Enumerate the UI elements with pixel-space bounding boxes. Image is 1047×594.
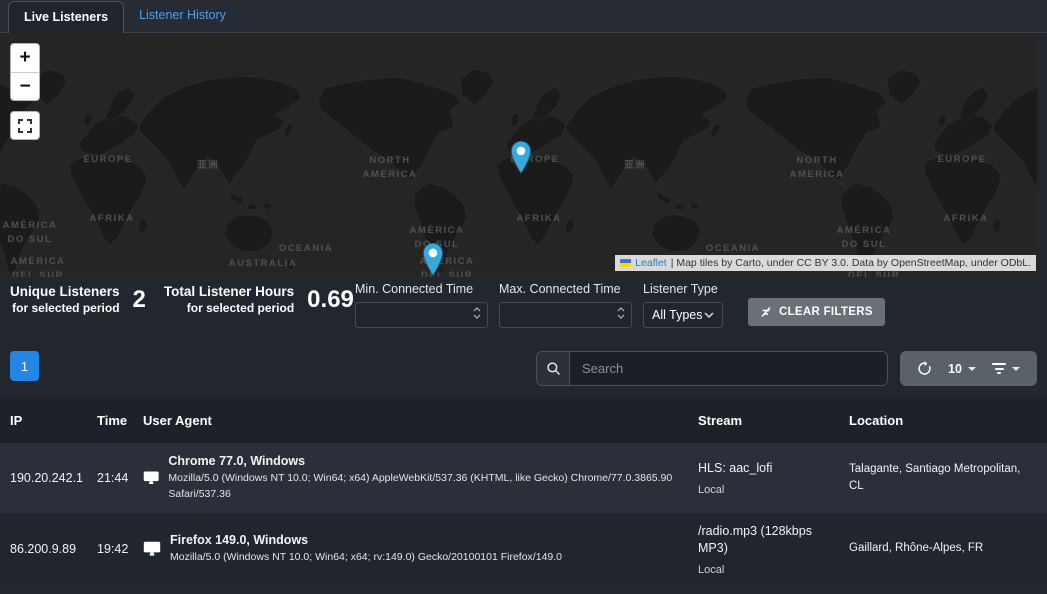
zoom-out-button[interactable]: − xyxy=(11,72,39,100)
number-spinner-icon[interactable] xyxy=(473,307,481,319)
stat-listener-hours: Total Listener Hours for selected period… xyxy=(164,284,354,316)
clear-filters-button[interactable]: CLEAR FILTERS xyxy=(748,298,885,326)
listener-type-value: All Types xyxy=(652,308,703,322)
per-page-value: 10 xyxy=(948,362,962,376)
table-header: IP Time User Agent Stream Location xyxy=(0,397,1047,443)
header-location: Location xyxy=(849,413,1037,428)
agent-title: Chrome 77.0, Windows xyxy=(168,454,686,468)
desktop-icon xyxy=(143,541,161,557)
chevron-down-icon xyxy=(704,312,714,318)
stat-value: 2 xyxy=(133,286,146,314)
stat-title: Total Listener Hours xyxy=(164,284,294,301)
stats-filter-bar: Unique Listeners for selected period 2 T… xyxy=(0,277,1047,340)
agent-title: Firefox 149.0, Windows xyxy=(170,533,562,547)
listener-type-select[interactable]: All Types xyxy=(643,302,723,328)
table-toolbar: 1 10 xyxy=(0,340,1047,397)
search-icon xyxy=(537,352,570,385)
attribution-text: | Map tiles by Carto, under CC BY 3.0. D… xyxy=(671,257,1031,269)
cell-location: Talagante, Santiago Metropolitan, CL xyxy=(849,461,1037,496)
cell-user-agent: Firefox 149.0, Windows Mozilla/5.0 (Wind… xyxy=(143,533,698,565)
cell-stream: /radio.mp3 (128kbps MP3) Local xyxy=(698,523,849,576)
refresh-icon xyxy=(917,361,932,376)
header-time: Time xyxy=(97,413,143,428)
filter-lines-icon xyxy=(992,363,1006,374)
cell-ip: 190.20.242.1 xyxy=(10,471,97,485)
table-row: 86.200.9.89 19:42 Firefox 149.0, Windows… xyxy=(0,513,1047,585)
max-connected-time-label: Max. Connected Time xyxy=(499,282,632,296)
pagination-page-1-button[interactable]: 1 xyxy=(10,351,39,381)
zoom-in-button[interactable]: + xyxy=(11,44,39,72)
table-row: 190.20.242.1 21:44 Chrome 77.0, Windows … xyxy=(0,443,1047,513)
stream-type: Local xyxy=(698,564,835,576)
cell-ip: 86.200.9.89 xyxy=(10,542,97,556)
ukraine-flag-icon xyxy=(620,259,631,267)
number-spinner-icon[interactable] xyxy=(617,307,625,319)
header-ip: IP xyxy=(10,413,97,428)
tab-bar: Live Listeners Listener History xyxy=(0,0,1047,33)
cell-time: 19:42 xyxy=(97,542,143,556)
listener-marker-icon[interactable] xyxy=(421,243,445,276)
max-connected-time-input[interactable] xyxy=(500,303,631,327)
chevron-down-icon xyxy=(1012,367,1020,371)
refresh-button[interactable] xyxy=(917,361,932,376)
tab-live-listeners[interactable]: Live Listeners xyxy=(8,1,124,33)
desktop-icon xyxy=(143,470,159,486)
filter-off-icon xyxy=(760,306,772,318)
search-input[interactable] xyxy=(570,352,887,385)
listeners-map[interactable]: EUROPE AFRIKA AMÉRICA DO SUL AMÉRICA DEL… xyxy=(0,33,1037,277)
map-attribution: Leaflet | Map tiles by Carto, under CC B… xyxy=(615,255,1036,271)
tab-listener-history[interactable]: Listener History xyxy=(124,0,241,32)
listener-type-label: Listener Type xyxy=(643,282,723,296)
per-page-dropdown[interactable]: 10 xyxy=(948,362,976,376)
cell-time: 21:44 xyxy=(97,471,143,485)
min-connected-time-label: Min. Connected Time xyxy=(355,282,488,296)
table-controls-group: 10 xyxy=(900,351,1037,386)
listener-marker-icon[interactable] xyxy=(509,141,533,174)
search-group xyxy=(536,351,888,386)
stat-value: 0.69 xyxy=(307,286,354,314)
stat-title: Unique Listeners xyxy=(10,284,120,301)
agent-detail: Mozilla/5.0 (Windows NT 10.0; Win64; x64… xyxy=(170,549,562,565)
chevron-down-icon xyxy=(968,367,976,371)
header-stream: Stream xyxy=(698,413,849,428)
stat-subtitle: for selected period xyxy=(10,301,120,316)
stream-name: HLS: aac_lofi xyxy=(698,460,835,478)
fullscreen-icon xyxy=(18,119,32,133)
cell-stream: HLS: aac_lofi Local xyxy=(698,460,849,496)
stat-subtitle: for selected period xyxy=(164,301,294,316)
cell-location: Gaillard, Rhône-Alpes, FR xyxy=(849,540,1037,557)
fullscreen-button[interactable] xyxy=(10,111,40,140)
stream-name: /radio.mp3 (128kbps MP3) xyxy=(698,523,835,558)
stat-unique-listeners: Unique Listeners for selected period 2 xyxy=(10,284,146,316)
stream-type: Local xyxy=(698,484,835,496)
leaflet-link[interactable]: Leaflet xyxy=(635,257,667,269)
column-filter-dropdown[interactable] xyxy=(992,363,1020,374)
min-connected-time-input[interactable] xyxy=(356,303,487,327)
header-user-agent: User Agent xyxy=(143,413,698,428)
map-zoom-controls: + − xyxy=(10,43,40,101)
agent-detail: Mozilla/5.0 (Windows NT 10.0; Win64; x64… xyxy=(168,470,686,503)
cell-user-agent: Chrome 77.0, Windows Mozilla/5.0 (Window… xyxy=(143,454,698,503)
